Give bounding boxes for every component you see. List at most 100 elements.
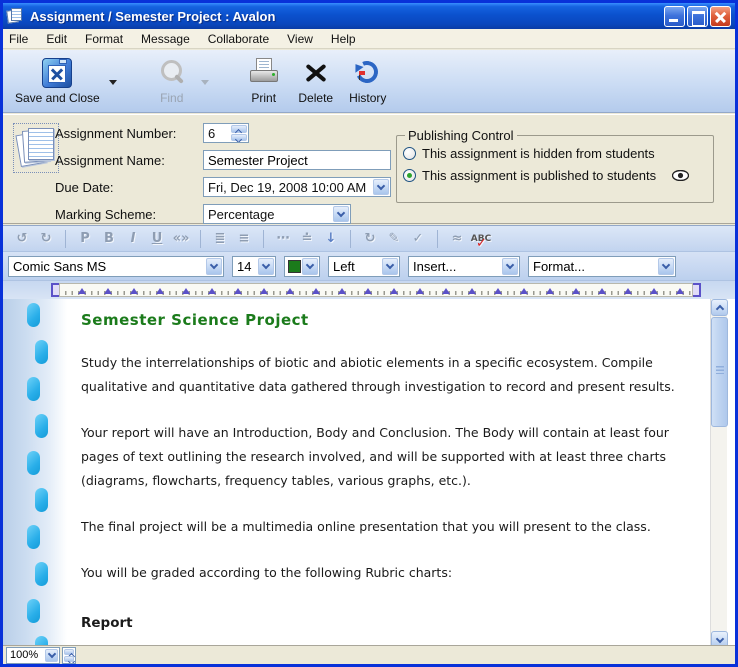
publishing-control-title: Publishing Control xyxy=(405,128,517,143)
statusbar: 100% xyxy=(3,645,735,664)
undo-icon[interactable]: ↺ xyxy=(11,228,33,249)
font-color-combobox[interactable] xyxy=(284,256,320,277)
bullet-list-icon[interactable]: ≡ xyxy=(233,228,255,249)
paragraph-3: The final project will be a multimedia o… xyxy=(81,515,703,539)
find-dropdown-arrow xyxy=(198,55,212,109)
font-color-swatch xyxy=(288,260,301,273)
menu-help[interactable]: Help xyxy=(331,32,356,46)
signature-icon[interactable]: ≈ xyxy=(446,228,468,249)
insert-dropdown-arrow[interactable] xyxy=(502,258,518,275)
print-icon xyxy=(248,58,280,88)
scrollbar-thumb[interactable] xyxy=(711,317,728,427)
app-icon xyxy=(7,8,25,24)
underline-icon[interactable]: U xyxy=(146,228,168,249)
minimize-button[interactable] xyxy=(664,6,685,27)
assignment-notes-icon xyxy=(13,123,59,173)
paragraph-icon[interactable]: P xyxy=(74,228,96,249)
due-date-combobox[interactable]: Fri, Dec 19, 2008 10:00 AM xyxy=(203,177,391,197)
hidden-option[interactable]: This assignment is hidden from students xyxy=(403,146,655,161)
zoom-spinner[interactable] xyxy=(62,647,76,664)
pencil-icon[interactable]: ✎ xyxy=(383,228,405,249)
find-icon xyxy=(157,58,187,88)
italic-icon[interactable]: I xyxy=(122,228,144,249)
quotes-icon[interactable]: «» xyxy=(170,228,192,249)
numbered-list-icon[interactable]: ≣ xyxy=(209,228,231,249)
save-dropdown-arrow[interactable] xyxy=(106,55,120,109)
ruler-row xyxy=(3,281,735,299)
document-body[interactable]: Semester Science Project Study the inter… xyxy=(67,299,703,648)
assignment-number-spinner[interactable] xyxy=(231,125,247,141)
paragraph-2: Your report will have an Introduction, B… xyxy=(81,421,703,493)
vertical-scrollbar[interactable] xyxy=(710,299,727,648)
accept-icon[interactable]: ✓ xyxy=(407,228,429,249)
maximize-button[interactable] xyxy=(687,6,708,27)
hidden-radio[interactable] xyxy=(403,147,416,160)
alignment-dropdown-arrow[interactable] xyxy=(382,258,398,275)
scroll-up-button[interactable] xyxy=(711,299,728,316)
insert-combobox[interactable]: Insert... xyxy=(408,256,520,277)
published-radio[interactable] xyxy=(403,169,416,182)
redo-icon[interactable]: ↻ xyxy=(35,228,57,249)
margin-rule-icon[interactable]: ≐ xyxy=(296,228,318,249)
zoom-dropdown-arrow[interactable] xyxy=(45,649,58,662)
menu-format[interactable]: Format xyxy=(85,32,123,46)
published-option[interactable]: This assignment is published to students xyxy=(403,168,689,183)
menu-file[interactable]: File xyxy=(9,32,28,46)
bold-icon[interactable]: B xyxy=(98,228,120,249)
publishing-control-group: Publishing Control This assignment is hi… xyxy=(396,135,714,203)
window-title: Assignment / Semester Project : Avalon xyxy=(30,9,659,24)
menu-message[interactable]: Message xyxy=(141,32,190,46)
assignment-name-input[interactable] xyxy=(203,150,391,170)
format-dropdown-arrow[interactable] xyxy=(658,258,674,275)
zoom-combobox[interactable]: 100% xyxy=(6,647,60,664)
hidden-radio-label: This assignment is hidden from students xyxy=(422,146,655,161)
document-heading: Semester Science Project xyxy=(81,311,703,329)
save-and-close-button[interactable]: Save and Close xyxy=(9,55,106,109)
titlebar: Assignment / Semester Project : Avalon xyxy=(3,3,735,29)
delete-button[interactable]: Delete xyxy=(290,55,342,109)
editor-toolbar: ↺ ↻ P B I U «» ≣ ≡ ⋯ ≐ ↓ ↻ ✎ ✓ ≈ ABC ✓ xyxy=(3,225,735,252)
print-button[interactable]: Print xyxy=(238,55,290,109)
marking-scheme-label: Marking Scheme: xyxy=(55,207,203,222)
font-color-dropdown-arrow[interactable] xyxy=(302,258,318,275)
main-toolbar: Save and Close Find Print Delete History xyxy=(3,50,735,113)
assignment-form: Assignment Number: 6 Assignment Name: Du… xyxy=(3,114,735,224)
marking-scheme-dropdown-arrow[interactable] xyxy=(333,206,349,222)
notebook-margin-decoration xyxy=(3,299,67,648)
ruler[interactable] xyxy=(59,283,693,297)
paragraph-4: You will be graded according to the foll… xyxy=(81,561,703,585)
published-radio-label: This assignment is published to students xyxy=(422,168,656,183)
history-icon xyxy=(353,58,383,88)
ruler-right-margin-marker[interactable] xyxy=(693,283,701,297)
alignment-combobox[interactable]: Left xyxy=(328,256,400,277)
font-family-dropdown-arrow[interactable] xyxy=(206,258,222,275)
find-button[interactable]: Find xyxy=(146,55,198,109)
assignment-number-label: Assignment Number: xyxy=(55,126,203,141)
spellcheck-icon[interactable]: ABC ✓ xyxy=(470,228,492,249)
due-date-dropdown-arrow[interactable] xyxy=(373,179,389,195)
due-date-label: Due Date: xyxy=(55,180,203,195)
format-combobox[interactable]: Format... xyxy=(528,256,676,277)
close-button[interactable] xyxy=(710,6,731,27)
marking-scheme-combobox[interactable]: Percentage xyxy=(203,204,351,224)
menu-view[interactable]: View xyxy=(287,32,313,46)
eye-icon xyxy=(672,170,689,181)
ruler-left-margin-marker[interactable] xyxy=(51,283,59,297)
paragraph-1: Study the interrelationships of biotic a… xyxy=(81,351,703,399)
menu-edit[interactable]: Edit xyxy=(46,32,67,46)
font-size-dropdown-arrow[interactable] xyxy=(258,258,274,275)
format-bar: Comic Sans MS 14 Left Insert... Format..… xyxy=(3,252,735,281)
assignment-number-field[interactable]: 6 xyxy=(203,123,249,143)
insert-down-icon[interactable]: ↓ xyxy=(320,228,342,249)
assignment-name-label: Assignment Name: xyxy=(55,153,203,168)
section-heading: Report xyxy=(81,615,703,631)
tab-stops-icon[interactable]: ⋯ xyxy=(272,228,294,249)
history-button[interactable]: History xyxy=(342,55,394,109)
font-size-combobox[interactable]: 14 xyxy=(232,256,276,277)
document-area[interactable]: Semester Science Project Study the inter… xyxy=(3,299,735,648)
menubar: File Edit Format Message Collaborate Vie… xyxy=(3,29,735,49)
menu-collaborate[interactable]: Collaborate xyxy=(208,32,269,46)
application-window: Assignment / Semester Project : Avalon F… xyxy=(0,0,738,667)
rotate-icon[interactable]: ↻ xyxy=(359,228,381,249)
font-family-combobox[interactable]: Comic Sans MS xyxy=(8,256,224,277)
